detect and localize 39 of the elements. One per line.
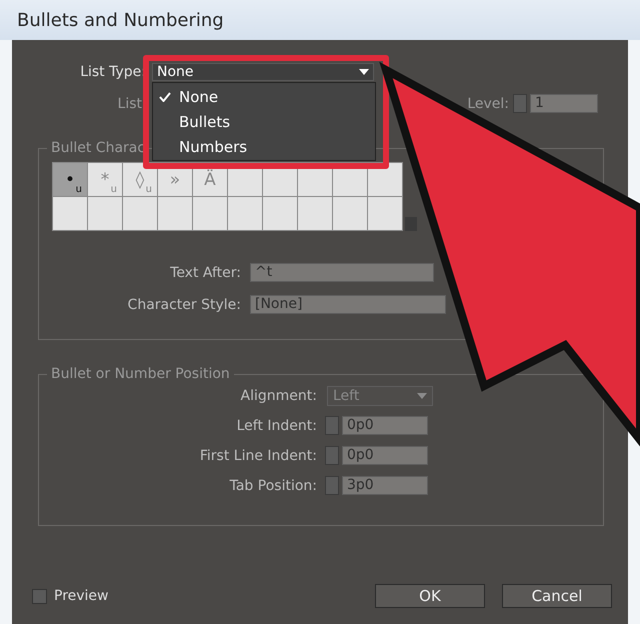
glyph-cell[interactable]: [158, 197, 192, 230]
input-field[interactable]: 0p0: [342, 416, 428, 435]
glyph-cell[interactable]: [263, 197, 297, 230]
input-field[interactable]: 0p0: [342, 446, 428, 465]
text-after-label: Text After:: [169, 264, 241, 280]
list-type-dropdown[interactable]: None: [152, 62, 374, 80]
glyph-cell[interactable]: [88, 197, 122, 230]
input-field[interactable]: 3p0: [342, 476, 428, 495]
level-label: Level:: [467, 96, 509, 112]
menu-item[interactable]: None: [179, 88, 218, 106]
field-label: First Line Indent:: [198, 448, 317, 464]
glyph-cell[interactable]: [298, 197, 332, 230]
character-style-label: Character Style:: [126, 296, 241, 312]
glyph-cell[interactable]: [228, 197, 262, 230]
text-after-field[interactable]: ^t: [250, 263, 434, 282]
list-label: List: [116, 96, 142, 112]
field-label: Left Indent:: [236, 418, 317, 434]
field-label: Tab Position:: [228, 478, 317, 494]
window-title: Bullets and Numbering: [17, 10, 224, 30]
glyph-cell[interactable]: [123, 197, 157, 230]
alignment-dropdown[interactable]: Left: [327, 386, 433, 406]
glyph-cell[interactable]: [368, 197, 402, 230]
glyph-cell[interactable]: [53, 197, 87, 230]
dialog-button[interactable]: OK: [375, 584, 485, 608]
level-field[interactable]: 1: [530, 94, 598, 113]
group-title: Bullet or Number Position: [50, 366, 231, 382]
preview-label: Preview: [54, 588, 108, 604]
menu-item[interactable]: Numbers: [179, 138, 248, 156]
glyph-cell[interactable]: [193, 197, 227, 230]
alignment-label: Alignment:: [240, 388, 317, 404]
dialog-button[interactable]: Cancel: [502, 584, 612, 608]
glyph-cell[interactable]: [333, 197, 367, 230]
checkbox[interactable]: [32, 588, 47, 604]
list-type-label: List Type:: [79, 64, 146, 80]
character-style-field[interactable]: [None]: [250, 295, 446, 314]
caret-icon: [359, 68, 369, 76]
caret-icon: [417, 392, 427, 400]
group-title: Bullet Charac: [50, 140, 146, 156]
menu-item[interactable]: Bullets: [179, 112, 230, 130]
